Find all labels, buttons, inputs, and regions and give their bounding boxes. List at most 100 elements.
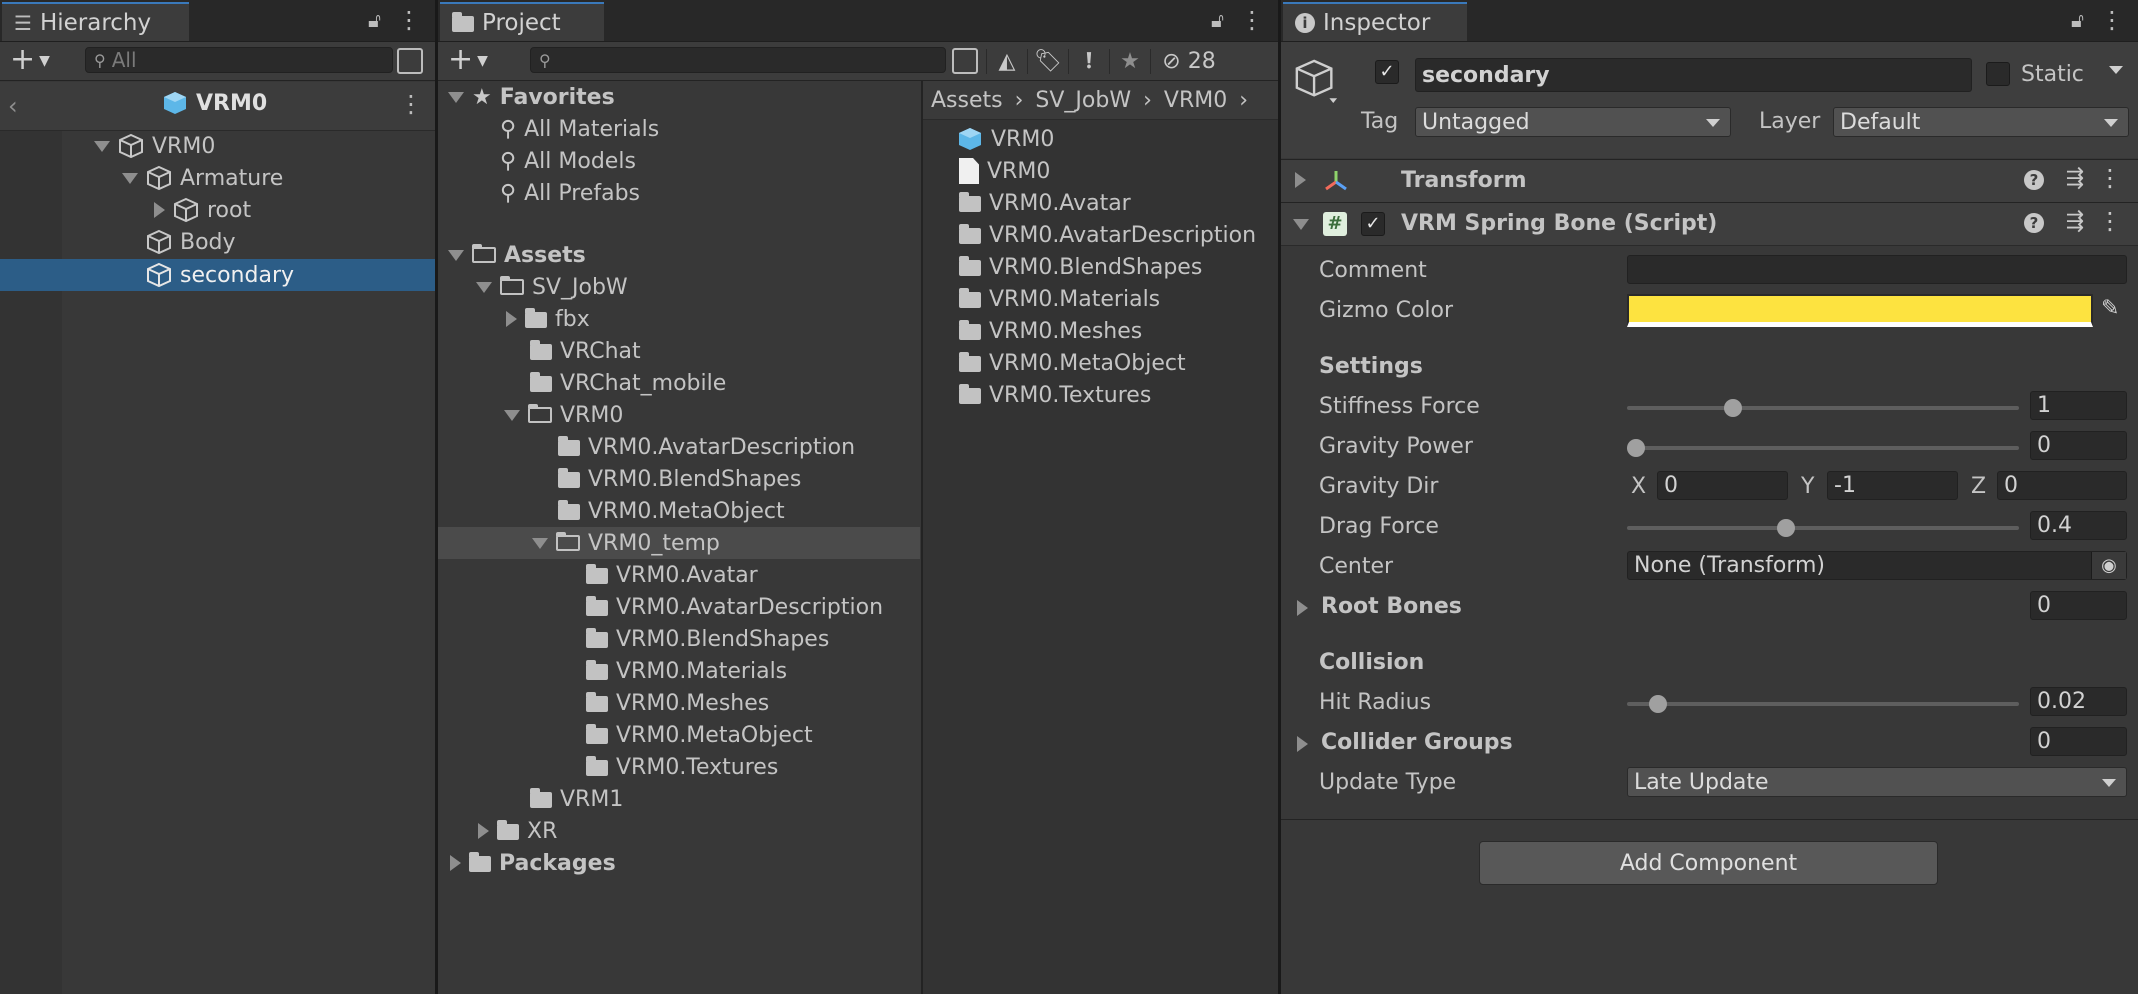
slider-knob[interactable] (1724, 399, 1742, 417)
create-button[interactable]: + ▼ (448, 44, 488, 77)
search-by-label-icon[interactable]: 🏷︎ (1027, 48, 1068, 74)
search-by-type-icon[interactable]: ◭ (986, 48, 1027, 74)
lock-icon[interactable]: 🔓︎ (1211, 8, 1224, 32)
file-item[interactable]: VRM0 (959, 155, 1050, 187)
more-options-icon[interactable]: ⋮ (2098, 164, 2122, 192)
tree-item[interactable]: VRM0.BlendShapes (586, 623, 829, 655)
tree-item-fbx[interactable]: fbx (506, 303, 590, 335)
search-options-icon[interactable] (952, 48, 978, 74)
tree-item-vrchat-mobile[interactable]: VRChat_mobile (530, 367, 726, 399)
expand-arrow-icon[interactable] (476, 281, 492, 293)
root-bones-size-field[interactable]: 0 (2030, 591, 2127, 620)
breadcrumb-item[interactable]: VRM0 (1164, 88, 1227, 113)
spring-bone-component-header[interactable]: # ✓ VRM Spring Bone (Script) ? ⇶ ⋮ (1281, 202, 2138, 246)
slider-knob[interactable] (1649, 695, 1667, 713)
add-component-button[interactable]: Add Component (1479, 841, 1938, 885)
tree-item[interactable]: VRM0.Materials (586, 655, 787, 687)
create-button[interactable]: + ▼ (10, 44, 50, 77)
more-options-icon[interactable]: ⋮ (397, 6, 421, 34)
expand-arrow-icon[interactable] (94, 140, 110, 152)
tab-hierarchy[interactable]: ☰ Hierarchy (2, 2, 189, 41)
expand-arrow-icon[interactable] (1293, 219, 1309, 230)
favorite-item[interactable]: ⚲ All Materials (500, 113, 659, 145)
chevron-down-icon[interactable] (2109, 66, 2123, 74)
eyedropper-icon[interactable]: ✎ (2101, 296, 2119, 321)
tree-item[interactable]: VRM0.AvatarDescription (586, 591, 883, 623)
comment-field[interactable] (1627, 255, 2127, 284)
lock-icon[interactable]: 🔓︎ (368, 8, 381, 32)
tree-item-secondary[interactable]: secondary (146, 259, 294, 291)
hidden-packages-button[interactable]: ⊘ 28 (1150, 48, 1227, 74)
expand-arrow-icon[interactable] (122, 172, 138, 184)
log-type-icon[interactable]: ❗︎ (1068, 48, 1109, 74)
center-object-field[interactable]: None (Transform) ◉ (1627, 551, 2127, 580)
tree-item-root[interactable]: root (152, 194, 251, 226)
file-item[interactable]: VRM0.MetaObject (959, 347, 1186, 379)
hit-radius-slider[interactable] (1627, 695, 2019, 713)
expand-arrow-icon[interactable] (1297, 600, 1308, 616)
tree-item[interactable]: VRM0.Meshes (586, 687, 769, 719)
gizmo-color-field[interactable] (1627, 294, 2093, 327)
static-checkbox[interactable] (1986, 62, 2010, 86)
gravity-z-field[interactable]: 0 (1997, 471, 2127, 500)
tree-item[interactable]: VRM0.MetaObject (586, 719, 813, 751)
tree-item-sv-jobw[interactable]: SV_JobW (476, 271, 628, 303)
more-options-icon[interactable]: ⋮ (1240, 6, 1264, 34)
tab-inspector[interactable]: i Inspector (1283, 2, 1467, 41)
tree-item-assets[interactable]: Assets (448, 239, 586, 271)
tree-item[interactable]: VRM0.AvatarDescription (558, 431, 855, 463)
more-options-icon[interactable]: ⋮ (399, 90, 423, 118)
expand-arrow-icon[interactable] (506, 311, 517, 327)
expand-arrow-icon[interactable] (448, 91, 464, 103)
favorite-item[interactable]: ⚲ All Prefabs (500, 177, 640, 209)
expand-arrow-icon[interactable] (532, 537, 548, 549)
more-options-icon[interactable]: ⋮ (2098, 207, 2122, 235)
file-item[interactable]: VRM0.Textures (959, 379, 1151, 411)
search-options-icon[interactable] (397, 48, 423, 74)
update-type-dropdown[interactable]: Late Update (1627, 767, 2127, 797)
tree-item[interactable]: VRM0.MetaObject (558, 495, 785, 527)
file-item[interactable]: VRM0.BlendShapes (959, 251, 1202, 283)
breadcrumb-item[interactable]: Assets (931, 88, 1003, 113)
expand-arrow-icon[interactable] (478, 823, 489, 839)
tree-item-body[interactable]: Body (146, 226, 236, 258)
tree-item[interactable]: VRM0.Textures (586, 751, 778, 783)
favorite-icon[interactable]: ★ (1109, 48, 1150, 74)
tree-item-vrm1[interactable]: VRM1 (530, 783, 623, 815)
breadcrumb-item[interactable]: SV_JobW (1035, 88, 1131, 113)
drag-force-slider[interactable] (1627, 519, 2019, 537)
tree-item-favorites[interactable]: ★ Favorites (448, 81, 615, 113)
tree-item[interactable]: VRM0.BlendShapes (558, 463, 801, 495)
file-item[interactable]: VRM0.Meshes (959, 315, 1142, 347)
tree-item-vrm0-temp[interactable]: VRM0_temp (532, 527, 720, 559)
slider-knob[interactable] (1777, 519, 1795, 537)
stiffness-value-field[interactable]: 1 (2030, 391, 2127, 420)
tree-item-packages[interactable]: Packages (450, 847, 616, 879)
tag-dropdown[interactable]: Untagged (1415, 107, 1731, 137)
expand-arrow-icon[interactable] (448, 249, 464, 261)
file-item[interactable]: VRM0.AvatarDescription (959, 219, 1256, 251)
preset-icon[interactable]: ⇶ (2066, 166, 2084, 191)
tree-item[interactable]: VRM0.Avatar (586, 559, 758, 591)
hit-radius-value-field[interactable]: 0.02 (2030, 687, 2127, 716)
expand-arrow-icon[interactable] (450, 855, 461, 871)
slider-knob[interactable] (1627, 439, 1645, 457)
gravity-x-field[interactable]: 0 (1657, 471, 1788, 500)
tree-item-vrm0[interactable]: VRM0 (94, 130, 215, 162)
gravity-y-field[interactable]: -1 (1827, 471, 1958, 500)
scene-header[interactable]: ‹ VRM0 ⋮ (0, 82, 435, 131)
lock-icon[interactable]: 🔓︎ (2071, 8, 2084, 32)
help-icon[interactable]: ? (2024, 213, 2044, 233)
file-item[interactable]: VRM0 (957, 123, 1054, 155)
object-name-field[interactable]: secondary (1415, 58, 1972, 92)
tab-project[interactable]: Project (440, 2, 604, 41)
tree-item-armature[interactable]: Armature (122, 162, 283, 194)
transform-component-header[interactable]: Transform ? ⇶ ⋮ (1281, 159, 2138, 203)
tree-item-vrchat[interactable]: VRChat (530, 335, 641, 367)
drag-force-value-field[interactable]: 0.4 (2030, 511, 2127, 540)
more-options-icon[interactable]: ⋮ (2100, 6, 2124, 34)
collider-groups-size-field[interactable]: 0 (2030, 727, 2127, 756)
favorite-item[interactable]: ⚲ All Models (500, 145, 636, 177)
file-item[interactable]: VRM0.Avatar (959, 187, 1131, 219)
gravity-power-value-field[interactable]: 0 (2030, 431, 2127, 460)
